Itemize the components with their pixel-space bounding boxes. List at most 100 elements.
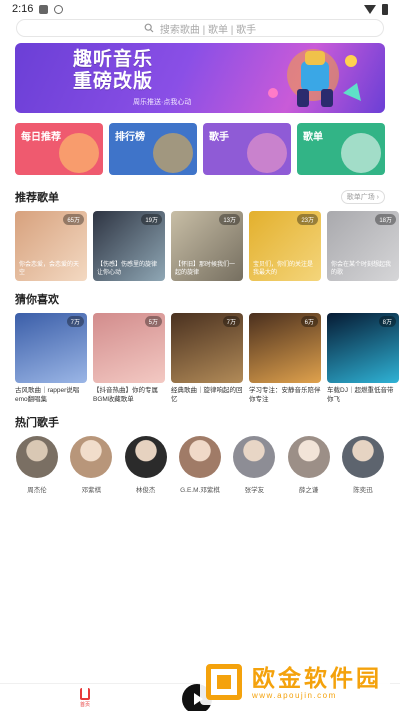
playlist-card[interactable]: 65万 你会恋爱，会恋爱的天空 xyxy=(15,211,87,281)
song-card[interactable]: 7万 古风歌曲｜rapper说唱emo翻唱集 xyxy=(15,313,87,404)
category-art-icon xyxy=(341,133,381,173)
search-input[interactable]: 搜索歌曲 | 歌单 | 歌手 xyxy=(16,19,384,37)
playlist-cover: 13万 【怀旧】那时候我们一起的旋律 xyxy=(171,211,243,281)
banner-title-line2: 重磅改版 xyxy=(73,71,154,92)
song-card-title: 学习专注：安静音乐陪伴你专注 xyxy=(249,387,321,403)
status-left: 2:16 xyxy=(12,3,64,15)
artist-name: 陈奕迅 xyxy=(353,487,373,494)
playlist-cover: 18万 你会在某个时刻想起我的歌 xyxy=(327,211,399,281)
recommended-header: 推荐歌单 歌单广场 › xyxy=(15,189,385,205)
watermark-logo-icon xyxy=(206,664,242,700)
watermark: 欧金软件园 www.apoujin.com xyxy=(200,659,390,705)
play-count: 5万 xyxy=(144,316,162,327)
play-count: 6万 xyxy=(300,316,318,327)
sync-icon xyxy=(54,4,64,14)
banner-illustration xyxy=(268,49,361,107)
artist-item[interactable]: G.E.M.邓紫棋 xyxy=(178,436,222,494)
playlist-cover: 65万 你会恋爱，会恋爱的天空 xyxy=(15,211,87,281)
artist-name: G.E.M.邓紫棋 xyxy=(180,487,220,494)
avatar xyxy=(16,436,58,478)
artist-item[interactable]: 邓紫棋 xyxy=(69,436,113,494)
song-cover: 7万 xyxy=(171,313,243,383)
home-icon xyxy=(80,688,90,700)
song-card[interactable]: 8万 车载DJ｜超燃重低音带你飞 xyxy=(327,313,399,404)
battery-icon xyxy=(382,3,388,15)
category-playlists[interactable]: 歌单 xyxy=(297,123,385,175)
category-art-icon xyxy=(247,133,287,173)
song-cover: 5万 xyxy=(93,313,165,383)
playlist-card[interactable]: 19万 【伤感】伤感里的旋律让你心动 xyxy=(93,211,165,281)
search-placeholder: 搜索歌曲 | 歌单 | 歌手 xyxy=(159,24,257,36)
artist-item[interactable]: 张学友 xyxy=(232,436,276,494)
status-bar: 2:16 xyxy=(0,0,400,18)
playlist-cover: 23万 宝贝们，你们的关注是我最大的 xyxy=(249,211,321,281)
cover-caption: 你会在某个时刻想起我的歌 xyxy=(331,262,392,276)
playlist-square-link[interactable]: 歌单广场 › xyxy=(340,190,385,204)
song-card-title: 古风歌曲｜rapper说唱emo翻唱集 xyxy=(15,387,80,403)
banner-subtitle: 周乐推送·点我心动 xyxy=(133,99,192,106)
wifi-icon xyxy=(364,4,376,14)
category-row: 每日推荐 排行榜 歌手 歌单 xyxy=(15,123,385,175)
guess-header: 猜你喜欢 xyxy=(15,291,385,307)
song-card[interactable]: 5万 【抖音热曲】你的专属BGM收藏歌单 xyxy=(93,313,165,404)
song-cover: 7万 xyxy=(15,313,87,383)
status-time: 2:16 xyxy=(12,3,34,15)
avatar xyxy=(70,436,113,478)
watermark-text: 欧金软件园 www.apoujin.com xyxy=(252,665,382,700)
song-card[interactable]: 6万 学习专注：安静音乐陪伴你专注 xyxy=(249,313,321,404)
banner-title-line1: 趣听音乐 xyxy=(73,49,154,70)
category-charts[interactable]: 排行榜 xyxy=(109,123,197,175)
song-card-title: 【抖音热曲】你的专属BGM收藏歌单 xyxy=(93,387,158,403)
playlist-card[interactable]: 23万 宝贝们，你们的关注是我最大的 xyxy=(249,211,321,281)
category-label: 每日推荐 xyxy=(21,132,61,143)
category-daily[interactable]: 每日推荐 xyxy=(15,123,103,175)
play-count: 65万 xyxy=(63,214,84,225)
tab-home[interactable]: 首页 xyxy=(80,688,90,708)
promo-banner[interactable]: 趣听音乐 重磅改版 周乐推送·点我心动 xyxy=(15,43,385,113)
status-right xyxy=(364,3,388,15)
song-card[interactable]: 7万 经典歌曲｜旋律响起的回忆 xyxy=(171,313,243,404)
section-title: 推荐歌单 xyxy=(15,192,59,204)
avatar xyxy=(287,436,330,478)
artist-item[interactable]: 林俊杰 xyxy=(124,436,168,494)
category-label: 排行榜 xyxy=(115,132,145,143)
category-artists[interactable]: 歌手 xyxy=(203,123,291,175)
artist-item[interactable]: 陈奕迅 xyxy=(341,436,385,494)
cover-caption: 宝贝们，你们的关注是我最大的 xyxy=(253,262,314,276)
playlist-card[interactable]: 13万 【怀旧】那时候我们一起的旋律 xyxy=(171,211,243,281)
tab-home-label: 首页 xyxy=(80,702,91,708)
search-icon xyxy=(144,23,154,33)
play-count: 8万 xyxy=(378,316,396,327)
avatar xyxy=(124,436,167,478)
cover-caption: 【伤感】伤感里的旋律让你心动 xyxy=(97,262,158,276)
song-cover: 8万 xyxy=(327,313,399,383)
guess-list: 7万 古风歌曲｜rapper说唱emo翻唱集 5万 【抖音热曲】你的专属BGM收… xyxy=(15,313,399,404)
playlist-card[interactable]: 18万 你会在某个时刻想起我的歌 xyxy=(327,211,399,281)
artist-name: 林俊杰 xyxy=(135,487,156,494)
avatar xyxy=(233,436,276,478)
artists-header: 热门歌手 xyxy=(15,414,385,430)
song-card-title: 车载DJ｜超燃重低音带你飞 xyxy=(327,387,394,403)
category-label: 歌单 xyxy=(303,132,323,143)
artist-item[interactable]: 周杰伦 xyxy=(15,436,59,494)
avatar xyxy=(341,436,384,478)
cover-caption: 【怀旧】那时候我们一起的旋律 xyxy=(175,262,236,276)
avatar xyxy=(178,436,221,478)
artist-name: 周杰伦 xyxy=(27,487,47,494)
category-art-icon xyxy=(59,133,99,173)
artist-list: 周杰伦 邓紫棋 林俊杰 G.E.M.邓紫棋 张学友 薛之谦 陈奕迅 xyxy=(15,436,385,494)
recommended-list: 65万 你会恋爱，会恋爱的天空 19万 【伤感】伤感里的旋律让你心动 13万 【… xyxy=(15,211,399,281)
notification-icon xyxy=(39,4,49,14)
playlist-cover: 19万 【伤感】伤感里的旋律让你心动 xyxy=(93,211,165,281)
banner-title: 趣听音乐 重磅改版 xyxy=(73,49,153,93)
artist-item[interactable]: 薛之谦 xyxy=(287,436,331,494)
watermark-url: www.apoujin.com xyxy=(252,690,337,700)
section-title: 猜你喜欢 xyxy=(15,294,59,306)
section-title: 热门歌手 xyxy=(15,417,59,429)
category-art-icon xyxy=(153,133,193,173)
play-count: 7万 xyxy=(66,316,84,327)
song-cover: 6万 xyxy=(249,313,321,383)
play-count: 13万 xyxy=(219,214,240,225)
watermark-title: 欧金软件园 xyxy=(252,664,382,691)
artist-name: 张学友 xyxy=(244,487,265,494)
